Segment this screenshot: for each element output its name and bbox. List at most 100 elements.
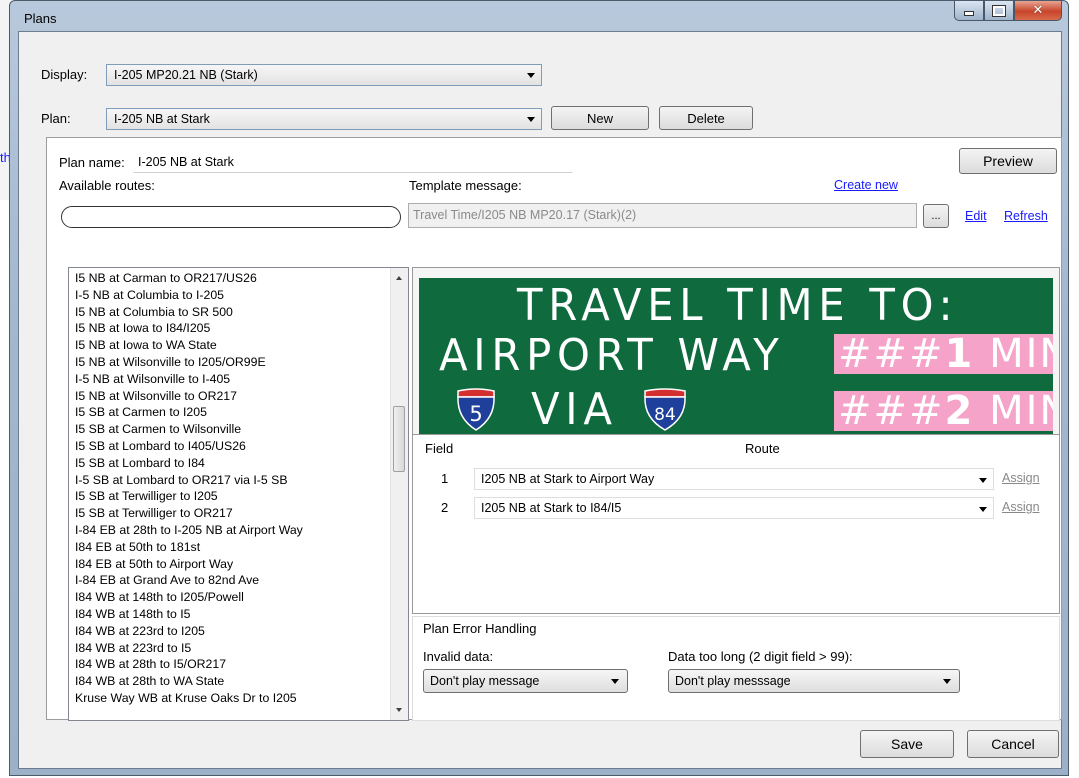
chevron-down-icon [611,679,619,684]
scroll-down-icon[interactable] [396,708,402,712]
error-handling-title: Plan Error Handling [423,621,537,636]
route-filter-input[interactable] [61,206,401,228]
shield-1-label: 5 [469,402,482,426]
browse-template-button[interactable]: ... [923,204,949,228]
list-item[interactable]: I84 WB at 28th to WA State [75,675,224,688]
invalid-data-select[interactable]: Don't play message [423,669,628,693]
maximize-button[interactable] [984,1,1014,21]
template-message-input[interactable]: Travel Time/I205 NB MP20.17 (Stark)(2) [408,203,917,228]
list-item[interactable]: I84 WB at 223rd to I5 [75,641,191,655]
field-2-hashes: ### [838,388,945,434]
edit-link[interactable]: Edit [965,209,987,223]
minimize-button[interactable] [954,1,984,21]
list-item[interactable]: I5 SB at Terwilliger to I205 [75,490,218,503]
field-number: 1 [441,471,449,486]
chevron-down-icon [979,507,987,512]
plan-value: I-205 NB at Stark [114,112,210,126]
chevron-down-icon [527,73,535,78]
list-item[interactable]: I84 WB at 28th to I5/OR217 [75,658,226,671]
plan-editor-panel: Plan name: I-205 NB at Stark Preview Ava… [46,137,1062,721]
field-column-header: Field [425,441,454,456]
minimize-icon [964,11,974,16]
list-item[interactable]: I84 WB at 148th to I5 [75,608,191,621]
save-button[interactable]: Save [860,730,954,758]
sign-preview: TRAVEL TIME TO: AIRPORT WAY ###1 MIN 5 V… [412,267,1060,436]
caption-buttons: ✕ [954,1,1062,21]
invalid-data-value: Don't play message [430,674,540,688]
plan-name-label: Plan name: [59,155,125,170]
scroll-up-icon[interactable] [396,276,402,280]
new-button[interactable]: New [551,106,649,130]
list-item[interactable]: I-5 NB at Columbia to I-205 [75,288,224,302]
template-message-label: Template message: [409,178,522,193]
list-item[interactable]: Kruse Way WB at Kruse Oaks Dr to I205 [75,692,297,705]
chevron-down-icon [943,679,951,684]
list-item[interactable]: I84 WB at 223rd to I205 [75,624,205,638]
delete-button[interactable]: Delete [659,106,753,130]
list-item[interactable]: I84 WB at 148th to I205/Powell [75,591,244,604]
field-1-placeholder: ###1 MIN [834,334,1053,374]
create-new-link[interactable]: Create new [834,178,898,192]
plan-select[interactable]: I-205 NB at Stark [106,108,542,130]
field-1-hashes: ### [838,331,945,377]
route-value: I205 NB at Stark to I84/I5 [481,501,622,515]
assign-link[interactable]: Assign [1002,471,1040,485]
close-button[interactable]: ✕ [1014,1,1062,21]
list-item[interactable]: I5 NB at Wilsonville to I205/OR99E [75,356,266,369]
list-item[interactable]: I-5 NB at Wilsonville to I-405 [75,372,230,386]
client-area: Display: I-205 MP20.21 NB (Stark) Plan: … [18,31,1062,769]
list-item[interactable]: I5 NB at Iowa to WA State [75,339,217,352]
routes-scrollbar[interactable] [390,268,408,720]
list-item[interactable]: I5 SB at Lombard to I84 [75,456,205,470]
assign-link[interactable]: Assign [1002,500,1040,514]
list-item[interactable]: I5 SB at Terwilliger to OR217 [75,507,233,520]
refresh-link[interactable]: Refresh [1004,209,1048,223]
list-item[interactable]: I5 SB at Carmen to I205 [75,406,207,419]
list-item[interactable]: I84 EB at 50th to Airport Way [75,557,233,571]
interstate-5-shield-icon: 5 [457,388,495,431]
sign-face: TRAVEL TIME TO: AIRPORT WAY ###1 MIN 5 V… [419,278,1053,434]
table-row: 1 I205 NB at Stark to Airport Way Assign [419,468,1049,490]
route-select[interactable]: I205 NB at Stark to Airport Way [474,468,994,490]
route-select[interactable]: I205 NB at Stark to I84/I5 [474,497,994,519]
window-title: Plans [24,11,57,26]
field-2-unit: MIN [989,388,1053,434]
scroll-thumb[interactable] [393,406,405,472]
available-routes-label: Available routes: [59,178,155,193]
plans-window: Plans ✕ Display: I-205 MP20.21 NB (Stark… [9,0,1069,776]
display-select[interactable]: I-205 MP20.21 NB (Stark) [106,64,542,86]
plan-name-input[interactable]: I-205 NB at Stark [133,151,573,173]
plan-label: Plan: [41,111,71,126]
shield-2-label: 84 [654,405,676,425]
route-column-header: Route [745,441,780,456]
close-icon: ✕ [1032,3,1044,18]
list-item[interactable]: I5 NB at Wilsonville to OR217 [75,389,237,403]
list-item[interactable]: I-84 EB at Grand Ave to 82nd Ave [75,574,259,587]
table-row: 2 I205 NB at Stark to I84/I5 Assign [419,497,1049,519]
available-routes-list[interactable]: I5 NB at Carman to OR217/US26 I-5 NB at C… [68,267,409,721]
preview-button[interactable]: Preview [959,148,1057,174]
route-value: I205 NB at Stark to Airport Way [481,472,655,486]
list-item[interactable]: I5 NB at Iowa to I84/I205 [75,322,210,335]
list-item[interactable]: I5 SB at Carmen to Wilsonville [75,423,241,436]
list-item[interactable]: I-5 SB at Lombard to OR217 via I-5 SB [75,473,288,487]
sign-line-3-text: VIA [531,384,618,434]
field-2-number: 2 [944,388,975,434]
list-item[interactable]: I5 NB at Carman to OR217/US26 [75,272,257,285]
chevron-down-icon [527,117,535,122]
sign-line-1: TRAVEL TIME TO: [517,280,959,331]
data-too-long-value: Don't play messsage [675,674,791,688]
data-too-long-label: Data too long (2 digit field > 99): [668,649,853,664]
data-too-long-select[interactable]: Don't play messsage [668,669,960,693]
field-1-unit: MIN [989,331,1053,377]
maximize-icon [992,4,1006,17]
interstate-84-shield-icon: 84 [644,388,686,431]
field-1-number: 1 [944,331,975,377]
plan-error-handling: Plan Error Handling Invalid data: Don't … [412,616,1060,721]
list-item[interactable]: I5 SB at Lombard to I405/US26 [75,440,246,453]
chevron-down-icon [979,478,987,483]
list-item[interactable]: I-84 EB at 28th to I-205 NB at Airport W… [75,524,303,537]
cancel-button[interactable]: Cancel [967,730,1059,758]
list-item[interactable]: I5 NB at Columbia to SR 500 [75,305,233,319]
list-item[interactable]: I84 EB at 50th to 181st [75,540,200,554]
